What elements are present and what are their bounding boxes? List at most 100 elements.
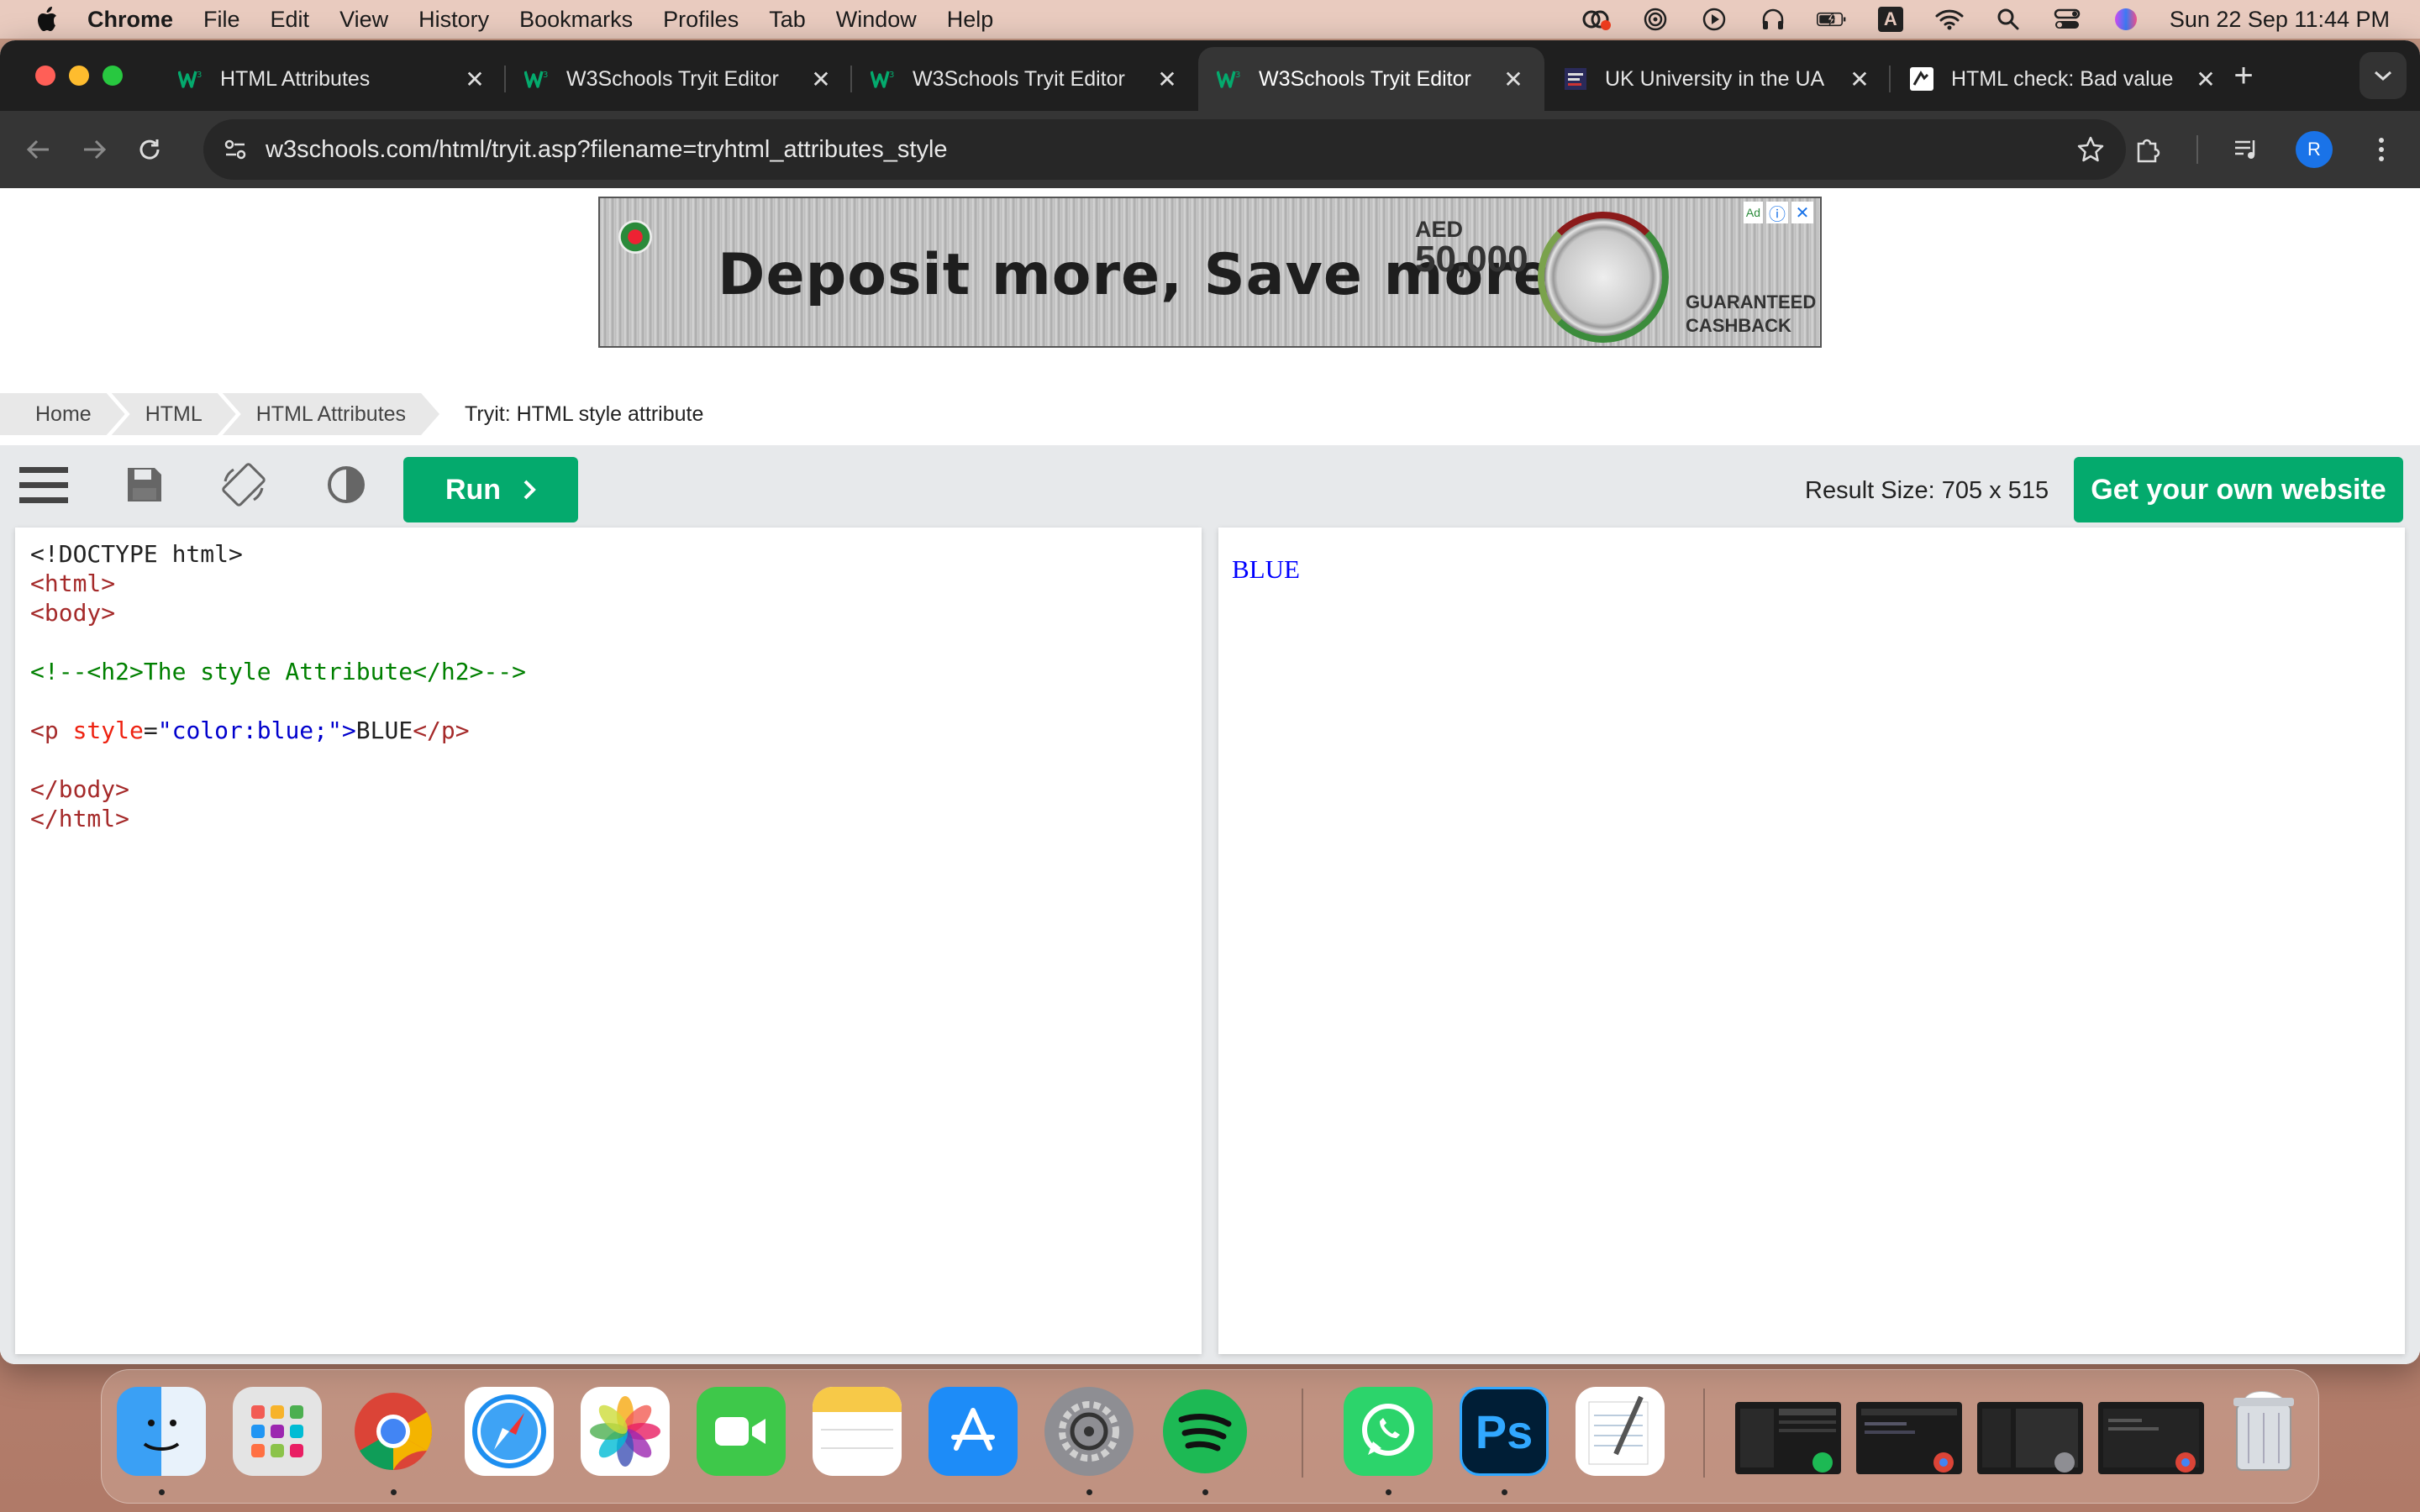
save-icon[interactable] xyxy=(119,462,170,507)
address-bar[interactable]: w3schools.com/html/tryit.asp?filename=tr… xyxy=(203,119,2126,180)
get-own-website-button[interactable]: Get your own website xyxy=(2074,457,2403,522)
new-tab-button[interactable]: + xyxy=(2227,59,2260,94)
chrome-icon[interactable] xyxy=(349,1387,438,1476)
launchpad-icon[interactable] xyxy=(233,1387,322,1476)
headphones-icon[interactable] xyxy=(1758,7,1788,32)
trash-icon[interactable] xyxy=(2219,1387,2308,1476)
close-tab-icon[interactable]: ✕ xyxy=(1847,66,1872,92)
menu-bookmarks[interactable]: Bookmarks xyxy=(519,7,633,33)
code-line: <body> xyxy=(30,599,116,627)
url-text[interactable]: w3schools.com/html/tryit.asp?filename=tr… xyxy=(266,136,2074,164)
minimized-window-thumbnail[interactable] xyxy=(1735,1402,1841,1474)
menu-hamburger-icon[interactable] xyxy=(18,462,69,507)
battery-icon[interactable] xyxy=(1816,7,1847,32)
tab-tryit-editor-active[interactable]: 3 W3Schools Tryit Editor ✕ xyxy=(1198,47,1544,111)
tab-tryit-editor-1[interactable]: 3 W3Schools Tryit Editor ✕ xyxy=(506,47,852,111)
profile-avatar[interactable]: R xyxy=(2296,131,2333,168)
menu-profiles[interactable]: Profiles xyxy=(663,7,739,33)
close-tab-icon[interactable]: ✕ xyxy=(2193,66,2218,92)
code-line: </html> xyxy=(30,805,130,832)
tab-tryit-editor-2[interactable]: 3 W3Schools Tryit Editor ✕ xyxy=(852,47,1198,111)
creative-cloud-icon[interactable] xyxy=(1581,7,1612,32)
browser-window: 3 HTML Attributes ✕ 3 W3Schools Tryit Ed… xyxy=(0,40,2420,1364)
menu-view[interactable]: View xyxy=(339,7,388,33)
app-store-icon[interactable] xyxy=(929,1387,1018,1476)
bath-spa-icon xyxy=(1563,66,1588,92)
result-pane[interactable]: BLUE xyxy=(1218,528,2405,1354)
photos-icon[interactable] xyxy=(581,1387,670,1476)
bookmark-star-icon[interactable] xyxy=(2074,133,2107,166)
tab-title: W3Schools Tryit Editor xyxy=(1259,66,1471,91)
spotlight-icon[interactable] xyxy=(1993,7,2023,32)
minimize-window-button[interactable] xyxy=(69,66,89,86)
code-editor[interactable]: <!DOCTYPE html> <html> <body> <!--<h2>Th… xyxy=(15,528,1202,1354)
tab-search-button[interactable] xyxy=(2360,52,2407,99)
control-center-icon[interactable] xyxy=(2052,7,2082,32)
facetime-icon[interactable] xyxy=(697,1387,786,1476)
spotify-icon[interactable] xyxy=(1160,1387,1249,1476)
browser-toolbar: w3schools.com/html/tryit.asp?filename=tr… xyxy=(0,111,2420,188)
close-tab-icon[interactable]: ✕ xyxy=(1501,66,1526,92)
breadcrumb-html[interactable]: HTML xyxy=(112,393,236,435)
wifi-icon[interactable] xyxy=(1934,7,1965,32)
extensions-icon[interactable] xyxy=(2129,131,2166,168)
textedit-icon[interactable] xyxy=(1576,1387,1665,1476)
svg-text:3: 3 xyxy=(1235,71,1240,80)
menu-file[interactable]: File xyxy=(203,7,240,33)
back-arrow-icon[interactable] xyxy=(22,133,55,166)
tab-html-check[interactable]: HTML check: Bad value ✕ xyxy=(1891,47,2237,111)
menu-help[interactable]: Help xyxy=(947,7,994,33)
zoom-window-button[interactable] xyxy=(103,66,123,86)
finder-icon[interactable] xyxy=(117,1387,206,1476)
safari-icon[interactable] xyxy=(465,1387,554,1476)
tab-uk-university[interactable]: UK University in the UA ✕ xyxy=(1544,47,1891,111)
web-page: Deposit more, Save more. AED 50,000 GUAR… xyxy=(0,188,2420,1364)
more-menu-icon[interactable] xyxy=(2363,131,2400,168)
menu-bar: Chrome File Edit View History Bookmarks … xyxy=(0,0,2420,39)
breadcrumb-html-attributes[interactable]: HTML Attributes xyxy=(223,393,439,435)
code-token-value: "color:blue;" xyxy=(157,717,342,744)
code-line: <html> xyxy=(30,570,116,597)
reload-icon[interactable] xyxy=(133,133,166,166)
site-info-icon[interactable] xyxy=(218,133,252,166)
rotate-orientation-icon[interactable] xyxy=(218,462,269,507)
code-line: <!DOCTYPE html> xyxy=(30,540,243,568)
input-source-icon[interactable]: A xyxy=(1876,7,1906,32)
menu-window[interactable]: Window xyxy=(836,7,917,33)
code-token-attr: style xyxy=(72,717,144,744)
forward-arrow-icon[interactable] xyxy=(77,133,111,166)
breadcrumb-home[interactable]: Home xyxy=(0,393,125,435)
result-size-label: Result Size: 705 x 515 xyxy=(1805,477,2049,504)
menu-edit[interactable]: Edit xyxy=(271,7,310,33)
run-button[interactable]: Run xyxy=(403,457,578,522)
close-tab-icon[interactable]: ✕ xyxy=(1155,66,1180,92)
photoshop-icon[interactable]: Ps xyxy=(1460,1387,1549,1476)
play-icon[interactable] xyxy=(1699,7,1729,32)
minimized-window-thumbnail[interactable] xyxy=(1977,1402,2083,1474)
tab-list: 3 HTML Attributes ✕ 3 W3Schools Tryit Ed… xyxy=(160,47,2237,111)
notes-icon[interactable] xyxy=(813,1387,902,1476)
tab-html-attributes[interactable]: 3 HTML Attributes ✕ xyxy=(160,47,506,111)
minimized-window-thumbnail[interactable] xyxy=(2098,1402,2204,1474)
menu-clock[interactable]: Sun 22 Sep 11:44 PM xyxy=(2170,7,2390,33)
close-tab-icon[interactable]: ✕ xyxy=(808,66,834,92)
minimized-window-thumbnail[interactable] xyxy=(1856,1402,1962,1474)
media-controls-icon[interactable] xyxy=(2228,131,2265,168)
menu-app-name[interactable]: Chrome xyxy=(87,7,173,33)
editor-toolbar: Run Result Size: 705 x 515 Get your own … xyxy=(0,445,2420,522)
whatsapp-icon[interactable] xyxy=(1344,1387,1433,1476)
menu-tab[interactable]: Tab xyxy=(769,7,806,33)
close-ad-icon[interactable]: ✕ xyxy=(1791,202,1813,223)
code-line-paragraph: <p style="color:blue;">BLUE</p> xyxy=(30,716,1186,745)
close-window-button[interactable] xyxy=(35,66,55,86)
info-icon[interactable]: ⓘ xyxy=(1766,202,1788,224)
editor-panels: <!DOCTYPE html> <html> <body> <!--<h2>Th… xyxy=(0,522,2420,1364)
apple-menu-icon[interactable] xyxy=(30,3,62,35)
system-settings-icon[interactable] xyxy=(1044,1387,1134,1476)
menu-history[interactable]: History xyxy=(418,7,489,33)
airdrop-icon[interactable] xyxy=(1640,7,1670,32)
close-tab-icon[interactable]: ✕ xyxy=(462,66,487,92)
siri-icon[interactable] xyxy=(2111,7,2141,32)
advertisement-banner[interactable]: Deposit more, Save more. AED 50,000 GUAR… xyxy=(598,197,1822,348)
theme-toggle-icon[interactable] xyxy=(321,462,371,507)
